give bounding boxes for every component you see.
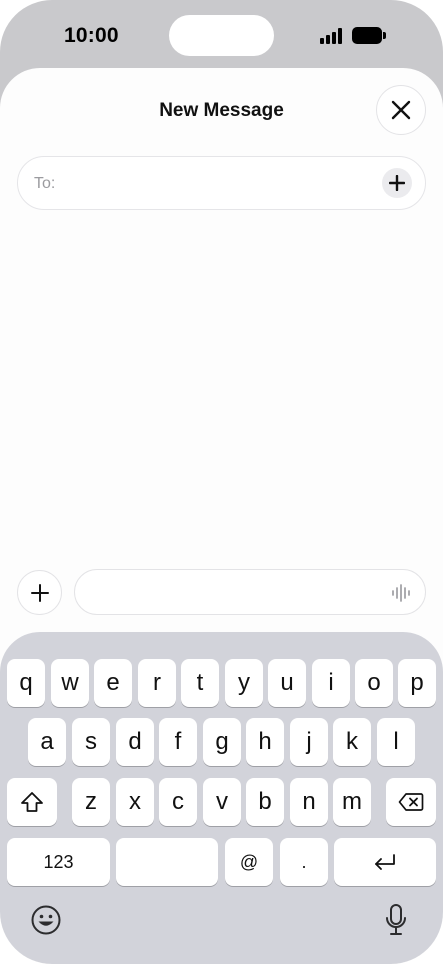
space-key[interactable] <box>116 838 218 886</box>
plus-icon <box>389 175 405 191</box>
period-key[interactable]: . <box>280 838 328 886</box>
recipient-label: To: <box>34 175 56 192</box>
key-a[interactable]: a <box>28 718 66 766</box>
emoji-button[interactable] <box>26 900 66 940</box>
status-time: 10:00 <box>64 24 119 47</box>
microphone-icon <box>386 904 406 935</box>
key-e[interactable]: e <box>94 659 132 707</box>
shift-key[interactable] <box>7 778 57 826</box>
phone-screen: 10:00 New Message To: q w e r t y u i o … <box>0 0 443 964</box>
key-z[interactable]: z <box>72 778 110 826</box>
delete-icon <box>398 793 424 811</box>
key-l[interactable]: l <box>377 718 415 766</box>
waveform-icon[interactable] <box>391 583 413 603</box>
shift-icon <box>21 792 43 812</box>
at-key[interactable]: @ <box>225 838 273 886</box>
recipient-field[interactable]: To: <box>17 156 426 210</box>
attach-button[interactable] <box>17 570 62 615</box>
key-d[interactable]: d <box>116 718 154 766</box>
message-input[interactable] <box>74 569 426 615</box>
key-y[interactable]: y <box>225 659 263 707</box>
keyboard: q w e r t y u i o p a s d f g h j k l z … <box>0 632 443 964</box>
key-h[interactable]: h <box>246 718 284 766</box>
cellular-signal-icon <box>320 28 344 44</box>
key-f[interactable]: f <box>159 718 197 766</box>
key-b[interactable]: b <box>246 778 284 826</box>
return-key[interactable] <box>334 838 436 886</box>
key-g[interactable]: g <box>203 718 241 766</box>
key-m[interactable]: m <box>333 778 371 826</box>
dynamic-island <box>169 15 274 56</box>
battery-icon <box>352 27 386 44</box>
key-u[interactable]: u <box>268 659 306 707</box>
delete-key[interactable] <box>386 778 436 826</box>
plus-icon <box>30 583 49 602</box>
key-p[interactable]: p <box>398 659 436 707</box>
key-r[interactable]: r <box>138 659 176 707</box>
key-x[interactable]: x <box>116 778 154 826</box>
numbers-key[interactable]: 123 <box>7 838 110 886</box>
key-w[interactable]: w <box>51 659 89 707</box>
status-bar: 10:00 <box>0 0 443 70</box>
key-i[interactable]: i <box>312 659 350 707</box>
close-button[interactable] <box>376 85 426 135</box>
key-c[interactable]: c <box>159 778 197 826</box>
key-s[interactable]: s <box>72 718 110 766</box>
add-recipient-button[interactable] <box>382 168 412 198</box>
key-n[interactable]: n <box>290 778 328 826</box>
key-k[interactable]: k <box>333 718 371 766</box>
close-icon <box>391 100 411 120</box>
emoji-icon <box>31 905 61 935</box>
key-q[interactable]: q <box>7 659 45 707</box>
key-t[interactable]: t <box>181 659 219 707</box>
dictation-button[interactable] <box>376 900 416 940</box>
key-j[interactable]: j <box>290 718 328 766</box>
return-icon <box>375 854 395 870</box>
key-v[interactable]: v <box>203 778 241 826</box>
key-o[interactable]: o <box>355 659 393 707</box>
